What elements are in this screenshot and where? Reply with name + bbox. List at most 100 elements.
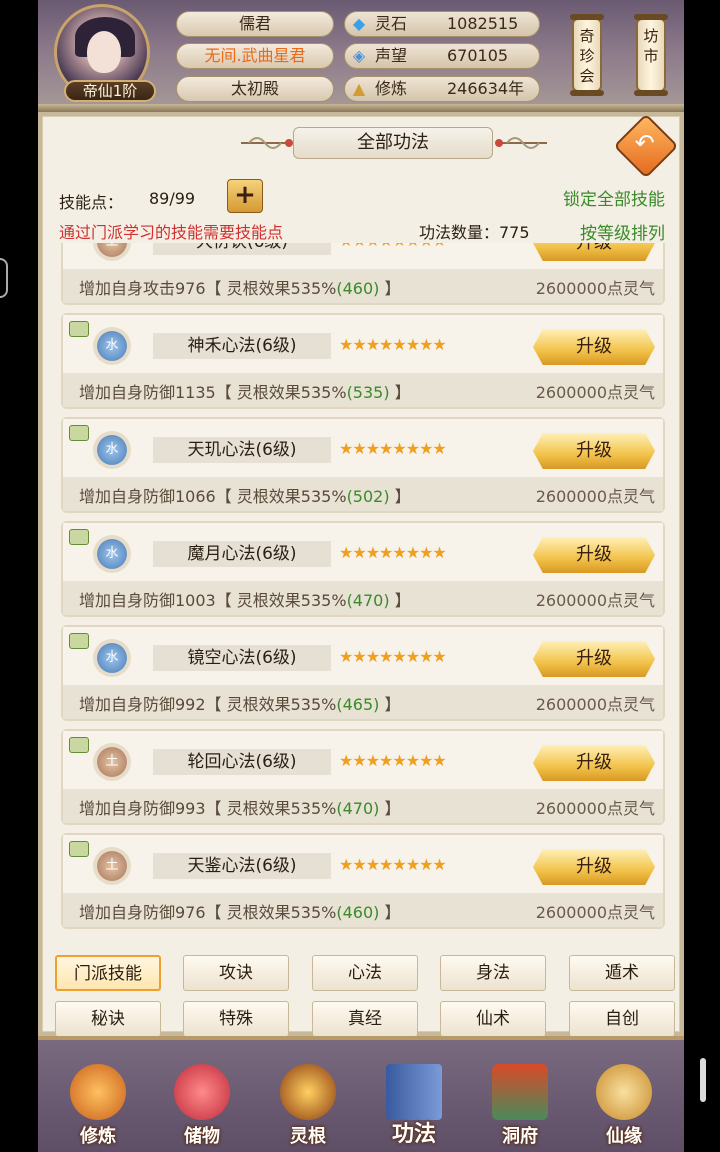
nav-skills[interactable]: 功法 <box>374 1048 454 1152</box>
star-rating: ★★★★★★★★ <box>339 243 447 250</box>
desc-text: 增加自身防御992【 灵根效果535% <box>79 695 337 714</box>
nav-spirit-root[interactable]: 灵根 <box>268 1048 348 1152</box>
title-ornament-left <box>241 137 293 149</box>
upgrade-button[interactable]: 升级 <box>533 745 655 781</box>
tab-attack[interactable]: 攻诀 <box>183 955 289 991</box>
nav-label: 灵根 <box>290 1126 326 1147</box>
water-element-icon: 水 <box>97 435 127 465</box>
skill-description: 增加自身防御1003【 灵根效果535%(470) 】 <box>79 587 411 611</box>
desc-text: 增加自身防御1135【 灵根效果535% <box>79 383 347 402</box>
skill-name: 轮回心法(6级) <box>153 749 331 775</box>
tab-self-created[interactable]: 自创 <box>569 1001 675 1037</box>
lock-icon[interactable] <box>69 841 89 857</box>
back-arrow-icon: ↶ <box>634 129 655 158</box>
desc-end: 】 <box>389 591 411 610</box>
pavilion-icon <box>492 1064 548 1120</box>
desc-end: 】 <box>379 279 401 298</box>
monk-icon <box>70 1064 126 1120</box>
spirit-orb-icon <box>280 1064 336 1120</box>
spirit-stone-resource: ◆ 灵石 1082515 <box>344 11 540 37</box>
skill-name: 神禾心法(6级) <box>153 333 331 359</box>
book-icon <box>386 1064 442 1120</box>
desc-end: 】 <box>389 487 411 506</box>
tab-movement[interactable]: 身法 <box>440 955 546 991</box>
back-button[interactable]: ↶ <box>613 113 679 179</box>
rank-badge: 帝仙1阶 <box>64 80 156 102</box>
lock-icon[interactable] <box>69 425 89 441</box>
upgrade-cost: 2600000点灵气 <box>535 487 655 506</box>
title-ornament-right <box>495 137 547 149</box>
page-title: 全部功法 <box>293 127 493 159</box>
skill-card: 土 大衍诀(6级) ★★★★★★★★ 升级 增加自身攻击976【 灵根效果535… <box>61 243 665 305</box>
skill-count: 功法数量：775 <box>419 223 530 242</box>
star-rating: ★★★★★★★★ <box>339 647 447 666</box>
desc-bonus: (535) <box>346 383 390 402</box>
upgrade-button[interactable]: 升级 <box>533 243 655 261</box>
panel-inner: 全部功法 ↶ 技能点： 89/99 + 锁定全部技能 通过门派学习的技能需要技能… <box>42 113 680 1037</box>
skill-points-label: 技能点： <box>59 193 124 212</box>
upgrade-cost: 2600000点灵气 <box>535 799 655 818</box>
tab-secret[interactable]: 秘诀 <box>55 1001 161 1037</box>
lock-icon[interactable] <box>69 737 89 753</box>
desc-text: 增加自身攻击976【 灵根效果535% <box>79 279 337 298</box>
upgrade-button[interactable]: 升级 <box>533 641 655 677</box>
upgrade-cost: 2600000点灵气 <box>535 383 655 402</box>
tab-special[interactable]: 特殊 <box>183 1001 289 1037</box>
star-rating: ★★★★★★★★ <box>339 439 447 458</box>
tab-mental[interactable]: 心法 <box>312 955 418 991</box>
lock-icon[interactable] <box>69 633 89 649</box>
skill-points-value: 89/99 <box>149 189 196 208</box>
bottom-nav: 修炼 储物 灵根 功法 洞府 仙缘 <box>38 1036 684 1152</box>
upgrade-button[interactable]: 升级 <box>533 849 655 885</box>
earth-element-icon: 土 <box>97 851 127 881</box>
upgrade-button[interactable]: 升级 <box>533 433 655 469</box>
tab-escape[interactable]: 遁术 <box>569 955 675 991</box>
scrollbar[interactable] <box>700 1058 706 1102</box>
prestige-resource: ◈ 声望 670105 <box>344 43 540 69</box>
earth-element-icon: 土 <box>97 747 127 777</box>
add-skill-points-button[interactable]: + <box>227 179 263 213</box>
nav-label: 功法 <box>391 1122 436 1147</box>
lock-all-skills-link[interactable]: 锁定全部技能 <box>563 185 665 210</box>
nav-label: 修炼 <box>80 1126 116 1147</box>
nav-cave[interactable]: 洞府 <box>480 1048 560 1152</box>
skill-description: 增加自身防御976【 灵根效果535%(460) 】 <box>79 899 401 923</box>
desc-bonus: (460) <box>336 279 380 298</box>
resource-label: 声望 <box>375 46 408 65</box>
lock-icon[interactable] <box>69 321 89 337</box>
desc-bonus: (502) <box>346 487 390 506</box>
tab-scripture[interactable]: 真经 <box>312 1001 418 1037</box>
title-pill: 儒君 <box>176 11 334 37</box>
skill-card: 水 魔月心法(6级) ★★★★★★★★ 升级 增加自身防御1003【 灵根效果5… <box>61 521 665 617</box>
skill-list[interactable]: 土 大衍诀(6级) ★★★★★★★★ 升级 增加自身攻击976【 灵根效果535… <box>57 243 669 943</box>
skill-name: 大衍诀(6级) <box>153 243 331 255</box>
nav-label: 仙缘 <box>606 1126 642 1147</box>
upgrade-button[interactable]: 升级 <box>533 329 655 365</box>
sort-by-level-link[interactable]: 按等级排列 <box>580 219 665 244</box>
skill-name: 天玑心法(6级) <box>153 437 331 463</box>
desc-text: 增加自身防御993【 灵根效果535% <box>79 799 337 818</box>
upgrade-cost: 2600000点灵气 <box>535 903 655 922</box>
desc-end: 】 <box>379 903 401 922</box>
lock-icon[interactable] <box>69 529 89 545</box>
star-title-pill: 无间.武曲星君 <box>176 43 334 69</box>
skills-panel: 全部功法 ↶ 技能点： 89/99 + 锁定全部技能 通过门派学习的技能需要技能… <box>38 112 684 1037</box>
cultivation-resource: ▲ 修炼 246634年 <box>344 76 540 102</box>
prestige-icon: ◈ <box>352 46 366 65</box>
treasure-auction-button[interactable]: 奇珍会 <box>570 14 604 96</box>
nav-cultivate[interactable]: 修炼 <box>58 1048 138 1152</box>
tab-immortal-arts[interactable]: 仙术 <box>440 1001 546 1037</box>
header: 帝仙1阶 儒君 无间.武曲星君 太初殿 ◆ 灵石 1082515 ◈ 声望 67… <box>38 0 684 112</box>
resource-value: 670105 <box>447 46 509 65</box>
nav-storage[interactable]: 储物 <box>162 1048 242 1152</box>
skill-description: 增加自身防御992【 灵根效果535%(465) 】 <box>79 691 401 715</box>
tab-sect-skills[interactable]: 门派技能 <box>55 955 161 991</box>
game-frame: 帝仙1阶 儒君 无间.武曲星君 太初殿 ◆ 灵石 1082515 ◈ 声望 67… <box>38 0 684 1152</box>
desc-text: 增加自身防御976【 灵根效果535% <box>79 903 337 922</box>
pouch-icon <box>174 1064 230 1120</box>
nav-fate[interactable]: 仙缘 <box>584 1048 664 1152</box>
desc-end: 】 <box>379 799 401 818</box>
side-handle[interactable] <box>0 258 8 298</box>
upgrade-button[interactable]: 升级 <box>533 537 655 573</box>
market-button[interactable]: 坊市 <box>634 14 668 96</box>
